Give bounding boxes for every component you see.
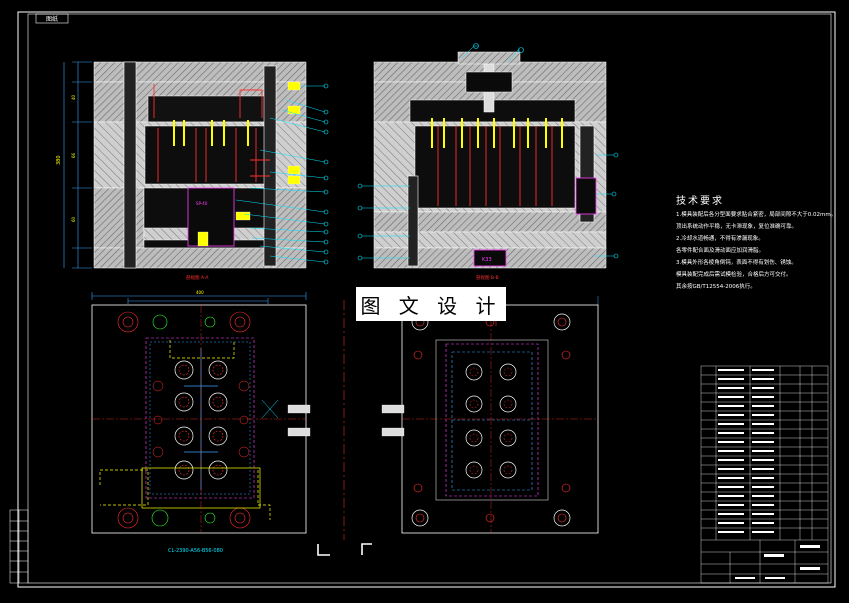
tech-req-line-1: 1.模具装配后各分型面要求贴合紧密，局部间隙不大于0.02mm。	[676, 212, 837, 218]
revision-table	[9, 509, 29, 584]
dim-text-b: 66	[71, 152, 76, 158]
watermark-banner: 图 文 设 计	[356, 287, 506, 321]
section-a-label: 剖视图 A-A	[186, 274, 209, 281]
dim-text-c: 60	[71, 216, 76, 222]
dim-text-a: 40	[71, 94, 76, 100]
tech-req-line-5: 3.模具外形各棱角倒钝，表面不得有划伤、锈蚀。	[676, 260, 797, 266]
title-tab-label: 图纸	[46, 15, 58, 23]
watermark-text: 图 文 设 计	[360, 293, 502, 318]
plan-view-moving-half: 400 CL-2390-A56-B56-080	[91, 290, 311, 554]
plan-note: CL-2390-A56-B56-080	[168, 548, 223, 554]
tech-req-line-6: 模具装配完成后需试模检验，合格后方可交付。	[676, 272, 792, 278]
bill-of-materials	[700, 365, 829, 584]
plan-view-fixed-half	[381, 296, 599, 534]
tech-req-line-3: 2.冷却水道畅通，不得有渗漏现象。	[676, 236, 764, 242]
insert-label-a: SP-40	[196, 201, 208, 206]
plan-dim-top: 400	[196, 290, 204, 295]
section-view-b: K33 剖视图 B-B	[357, 43, 619, 281]
section-view-a: 380 40 66 60 SP-40 剖视图 A-A	[56, 61, 329, 281]
section-markers	[317, 543, 372, 556]
section-b-label: 剖视图 B-B	[476, 274, 499, 281]
tech-requirements-title: 技术要求	[676, 196, 724, 207]
dim-text-height: 380	[56, 155, 62, 165]
tech-req-line-2: 顶出系统动作平稳，无卡滞现象，复位准确可靠。	[676, 224, 798, 230]
tech-req-line-7: 其余按GB/T12554-2006执行。	[676, 284, 756, 290]
insert-label-b: K33	[482, 257, 492, 263]
tech-req-line-4: 各零件配合面及滑动面应加润滑脂。	[676, 248, 765, 254]
